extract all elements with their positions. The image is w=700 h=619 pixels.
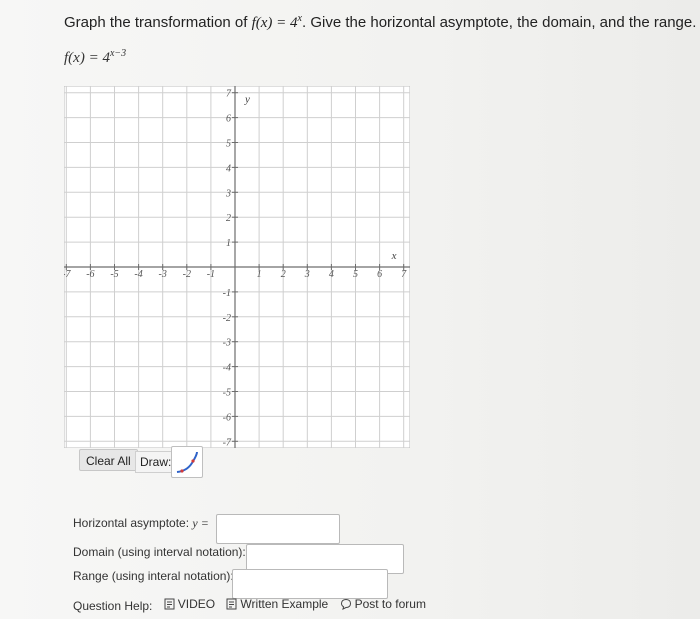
question-help-label: Question Help: [73, 599, 153, 613]
asymptote-label: Horizontal asymptote: y = [73, 516, 209, 530]
y-tick-label: -5 [223, 388, 231, 399]
y-tick-label: 1 [226, 238, 231, 249]
y-tick-label: 5 [226, 139, 231, 150]
x-tick-label: 1 [257, 269, 262, 280]
x-tick-label: 3 [304, 269, 310, 280]
y-tick-label: 6 [226, 114, 231, 125]
written-example-link[interactable]: Written Example [226, 597, 328, 611]
x-tick-label: 2 [281, 269, 286, 280]
x-tick-label: -4 [134, 269, 142, 280]
x-tick-label: -6 [86, 269, 94, 280]
document-icon [164, 598, 175, 610]
exponential-curve-tool-button[interactable] [171, 446, 203, 478]
x-tick-label: 5 [353, 269, 358, 280]
question-suffix: . Give the horizontal asymptote, the dom… [302, 14, 697, 31]
x-tick-label: 6 [377, 269, 382, 280]
y-axis-label: y [244, 94, 250, 106]
question-prefix: Graph the transformation of [64, 14, 252, 31]
question-function: f(x) = 4x [251, 13, 302, 31]
exponential-curve-icon [176, 451, 198, 473]
range-label: Range (using interal notation): [73, 569, 234, 583]
x-tick-label: -3 [159, 269, 167, 280]
x-tick-label: -5 [110, 269, 118, 280]
speech-bubble-icon [340, 598, 351, 610]
x-axis-label: x [391, 250, 397, 262]
document-icon [226, 598, 237, 610]
asymptote-input[interactable] [216, 514, 340, 544]
question-help: Question Help: VIDEO Written Example Pos… [73, 597, 426, 613]
domain-label: Domain (using interval notation): [73, 545, 246, 559]
y-tick-label: 4 [226, 163, 231, 174]
y-tick-label: -2 [223, 313, 231, 324]
x-tick-label: -7 [64, 269, 71, 280]
x-tick-label: -2 [183, 269, 191, 280]
y-tick-label: 3 [225, 188, 231, 199]
post-to-forum-link[interactable]: Post to forum [340, 597, 426, 611]
function-display: f(x) = 4x−3 [64, 48, 127, 66]
clear-all-button[interactable]: Clear All [79, 449, 138, 471]
y-tick-label: -3 [223, 338, 231, 349]
question-text: Graph the transformation of f(x) = 4x. G… [64, 13, 696, 32]
y-tick-label: -6 [223, 412, 231, 423]
y-tick-label: -7 [223, 437, 232, 448]
graph-canvas[interactable]: -7-6-5-4-3-2-112345677654321-1-2-3-4-5-6… [64, 86, 410, 448]
video-link[interactable]: VIDEO [164, 597, 215, 611]
y-tick-label: 2 [226, 213, 231, 224]
range-input[interactable] [232, 569, 388, 599]
y-tick-label: -1 [223, 288, 231, 299]
x-tick-label: 4 [329, 269, 334, 280]
graph-svg[interactable]: -7-6-5-4-3-2-112345677654321-1-2-3-4-5-6… [64, 86, 410, 448]
y-tick-label: -4 [223, 363, 231, 374]
x-tick-label: -1 [207, 269, 215, 280]
